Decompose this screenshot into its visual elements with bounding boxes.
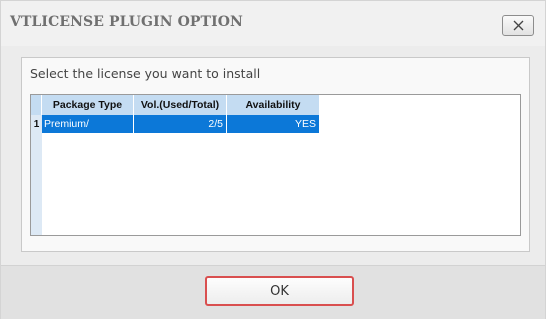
close-icon (513, 20, 523, 31)
table-row[interactable]: 1 Premium/ 2/5 YES (31, 115, 319, 133)
content-panel: Select the license you want to install P… (21, 57, 530, 252)
title-bar: VTLICENSE PLUGIN OPTION (1, 1, 545, 46)
volume-cell[interactable]: 2/5 (134, 115, 227, 133)
button-bar: OK (1, 265, 545, 319)
row-number: 1 (31, 115, 42, 133)
column-header-availability[interactable]: Availability (227, 95, 319, 115)
instruction-text: Select the license you want to install (30, 66, 261, 81)
row-number-gutter (31, 133, 42, 235)
package-type-cell[interactable]: Premium/ (42, 115, 134, 133)
column-header-volume[interactable]: Vol.(Used/Total) (134, 95, 227, 115)
column-header-package-type[interactable]: Package Type (42, 95, 134, 115)
dialog-title: VTLICENSE PLUGIN OPTION (10, 14, 243, 30)
license-dialog: VTLICENSE PLUGIN OPTION Select the licen… (0, 0, 546, 319)
row-number-header (31, 95, 42, 115)
ok-button[interactable]: OK (205, 276, 354, 306)
license-table: Package Type Vol.(Used/Total) Availabili… (30, 94, 521, 236)
table-header: Package Type Vol.(Used/Total) Availabili… (31, 95, 319, 115)
close-button[interactable] (502, 15, 534, 36)
availability-cell[interactable]: YES (227, 115, 319, 133)
